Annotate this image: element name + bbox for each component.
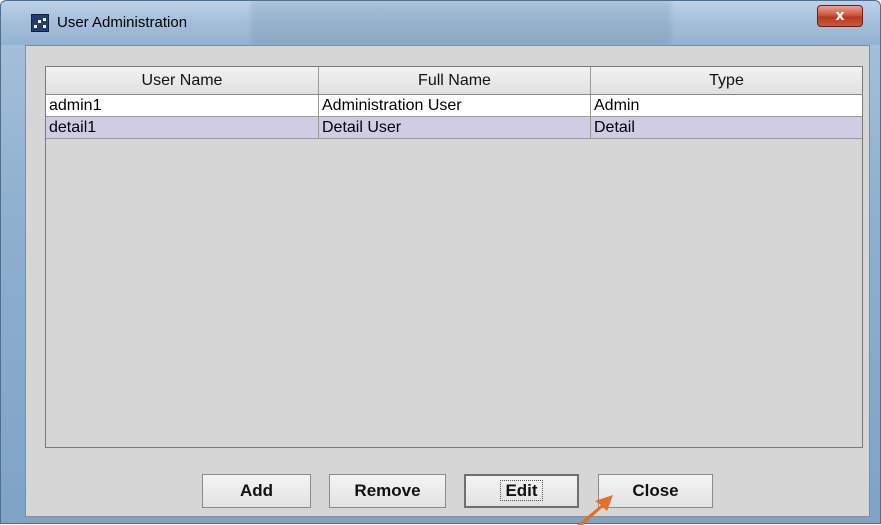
dialog-content: User Name Full Name Type admin1 Administ… xyxy=(25,45,870,517)
cell-user-name: detail1 xyxy=(46,117,319,138)
users-table[interactable]: User Name Full Name Type admin1 Administ… xyxy=(45,66,863,448)
cell-full-name: Administration User xyxy=(319,95,591,116)
close-button-label: Close xyxy=(632,481,679,500)
cell-type: Admin xyxy=(594,97,640,114)
close-window-button[interactable]: x xyxy=(817,5,863,27)
pointer-arrow-icon xyxy=(577,495,613,525)
cell-full-name: Detail User xyxy=(319,117,591,138)
title-bar-background-blur xyxy=(251,1,671,45)
edit-button[interactable]: Edit xyxy=(464,474,579,508)
user-administration-window: User Administration x User Name Full Nam… xyxy=(0,0,881,525)
column-header-user-name[interactable]: User Name xyxy=(46,67,319,94)
close-icon: x xyxy=(835,8,845,24)
table-row-selected[interactable]: detail1 Detail User Detail xyxy=(46,117,862,139)
cell-type: Detail xyxy=(594,119,635,136)
remove-button[interactable]: Remove xyxy=(329,474,446,508)
window-title: User Administration xyxy=(57,14,188,31)
table-row[interactable]: admin1 Administration User Admin xyxy=(46,95,862,117)
cell-user-name: admin1 xyxy=(46,95,319,116)
app-dots-icon xyxy=(31,14,49,32)
table-header: User Name Full Name Type xyxy=(46,67,862,95)
column-header-type[interactable]: Type xyxy=(591,67,862,94)
close-button[interactable]: Close xyxy=(598,474,713,508)
add-button[interactable]: Add xyxy=(202,474,311,508)
add-button-label: Add xyxy=(239,481,274,500)
remove-button-label: Remove xyxy=(354,481,421,500)
title-bar[interactable]: User Administration x xyxy=(1,1,880,45)
edit-button-label: Edit xyxy=(500,480,543,501)
column-header-full-name[interactable]: Full Name xyxy=(319,67,591,94)
table-body: admin1 Administration User Admin detail1… xyxy=(46,95,862,139)
